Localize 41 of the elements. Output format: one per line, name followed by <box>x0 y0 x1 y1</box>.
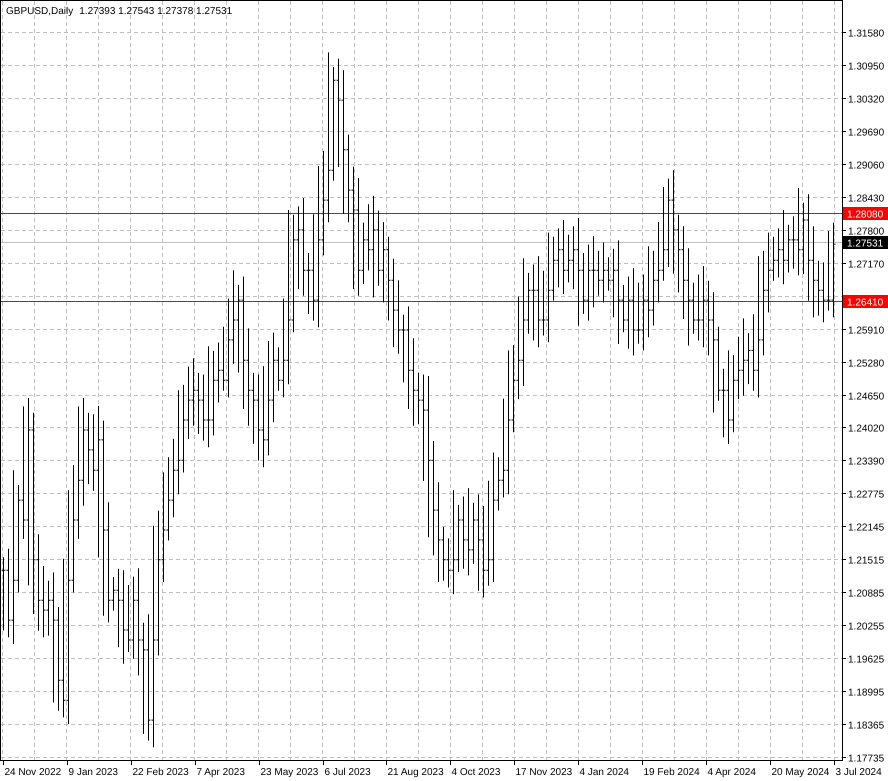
date-axis-label: 4 Apr 2024 <box>708 767 756 778</box>
price-axis-label: 1.23390 <box>848 456 884 468</box>
price-axis-label: 1.21515 <box>848 556 884 566</box>
date-axis-label: 19 Feb 2024 <box>644 767 700 778</box>
quote-values: 1.27393 1.27543 1.27378 1.27531 <box>79 6 232 17</box>
price-axis-label: 1.18365 <box>848 720 884 732</box>
date-axis-label: 17 Nov 2023 <box>516 767 572 778</box>
price-axis-label: 1.20885 <box>848 588 884 600</box>
price-axis-label: 1.29060 <box>848 160 884 172</box>
symbol-label: GBPUSD,Daily <box>6 6 74 17</box>
date-axis-label: 22 Feb 2023 <box>132 767 189 778</box>
date-axis-label: 7 Apr 2023 <box>196 767 245 778</box>
date-axis-label: 3 Jul 2024 <box>836 767 882 778</box>
price-axis-label: 1.19625 <box>848 654 884 666</box>
price-axis-label: 1.24020 <box>848 424 884 434</box>
price-axis-label: 1.31580 <box>848 28 884 40</box>
price-axis-label: 1.28430 <box>848 194 884 204</box>
price-axis-label: 1.18995 <box>848 688 884 698</box>
price-axis-label: 1.25910 <box>848 326 884 336</box>
price-axis-label: 1.27800 <box>848 226 884 238</box>
date-axis-label: 4 Oct 2023 <box>452 767 500 778</box>
price-axis-label: 1.20255 <box>848 622 884 632</box>
date-axis-label: 23 May 2023 <box>260 767 318 778</box>
date-axis-label: 24 Nov 2022 <box>4 767 62 778</box>
level-price-tag: 1.28080 <box>843 207 888 220</box>
price-axis-label: 1.22145 <box>848 522 884 534</box>
price-axis-label: 1.30950 <box>848 62 884 72</box>
current-price-tag: 1.27531 <box>843 236 888 250</box>
price-axis-label: 1.29690 <box>848 128 884 138</box>
level-price-tag: 1.26410 <box>843 295 888 308</box>
date-axis-label: 21 Aug 2023 <box>388 767 444 778</box>
date-axis-label: 6 Jul 2023 <box>324 767 371 778</box>
price-axis-label: 1.17735 <box>848 754 884 764</box>
price-axis-label: 1.25280 <box>848 358 884 370</box>
date-axis-label: 9 Jan 2023 <box>68 767 118 778</box>
price-axis-label: 1.22775 <box>848 490 884 500</box>
price-axis-label: 1.30320 <box>848 94 884 106</box>
price-axis-label: 1.27170 <box>848 260 884 270</box>
date-axis-label: 20 May 2024 <box>772 767 830 778</box>
price-axis-label: 1.24650 <box>848 392 884 402</box>
date-axis-label: 4 Jan 2024 <box>580 767 629 778</box>
